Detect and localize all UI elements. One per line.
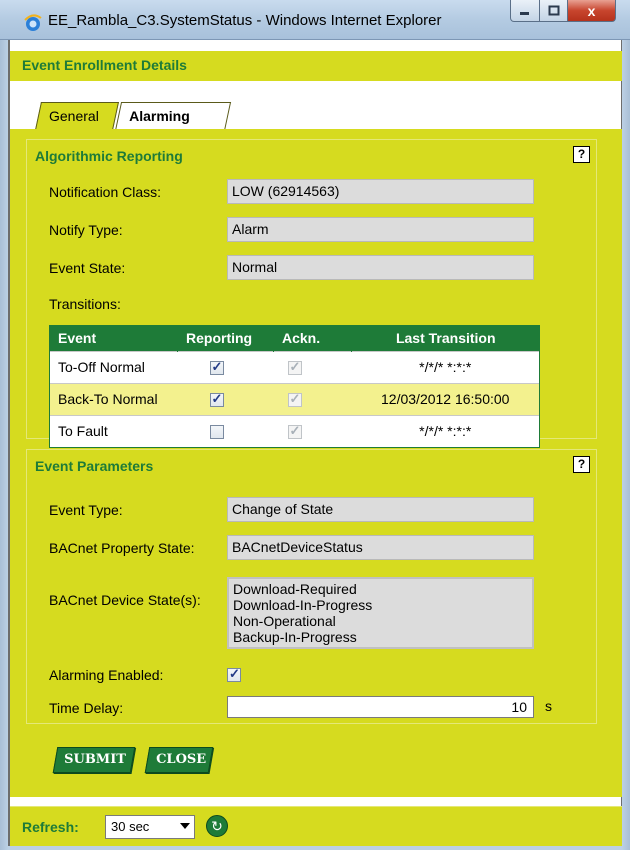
ie-icon — [24, 14, 42, 31]
tab-alarming[interactable]: Alarming — [114, 102, 232, 131]
maximize-button[interactable] — [540, 0, 568, 22]
event-cell: To-Off Normal — [49, 350, 178, 383]
algorithmic-reporting-panel: Algorithmic Reporting ? Notification Cla… — [26, 139, 597, 448]
ackn-checkbox — [287, 423, 302, 440]
alarming-enabled-checkbox[interactable] — [227, 666, 241, 682]
chevron-down-icon — [180, 823, 190, 829]
event-type-label: Event Type: — [49, 502, 123, 518]
refresh-icon[interactable]: ↻ — [206, 815, 228, 837]
last-transition-cell: */*/* *:*:* — [351, 350, 540, 383]
notify-type-field: Alarm — [227, 217, 534, 242]
close-button[interactable]: CLOSE — [144, 747, 214, 773]
panel-title: Event Parameters — [35, 458, 154, 474]
event-cell: Back-To Normal — [49, 382, 178, 415]
tab-general[interactable]: General — [35, 102, 119, 130]
column-header-last-transition: Last Transition — [351, 325, 540, 351]
event-state-label: Event State: — [49, 260, 126, 276]
refresh-bar: Refresh: 30 sec ↻ — [10, 806, 622, 846]
property-state-field: BACnetDeviceStatus — [227, 535, 534, 560]
title-bar: EE_Rambla_C3.SystemStatus - Windows Inte… — [0, 0, 630, 40]
close-label: CLOSE — [156, 752, 207, 767]
ackn-checkbox — [287, 391, 302, 408]
event-cell: To Fault — [49, 414, 178, 448]
tab-content: Algorithmic Reporting ? Notification Cla… — [10, 129, 622, 797]
device-states-list: Download-Required Download-In-Progress N… — [227, 577, 534, 649]
event-parameters-panel: Event Parameters ? Event Type: Change of… — [26, 449, 597, 724]
maximize-icon — [548, 5, 559, 15]
transitions-table: Event Reporting Ackn. Last Transition To… — [49, 325, 540, 448]
submit-label: SUBMIT — [64, 752, 126, 767]
time-delay-input[interactable]: 10 — [227, 696, 534, 718]
device-state-item: Backup-In-Progress — [233, 629, 357, 645]
table-row: Back-To Normal 12/03/2012 16:50:00 — [49, 382, 540, 415]
browser-window: EE_Rambla_C3.SystemStatus - Windows Inte… — [0, 0, 630, 850]
page-title: Event Enrollment Details — [10, 51, 622, 81]
last-transition-cell: */*/* *:*:* — [351, 414, 540, 448]
submit-button[interactable]: SUBMIT — [52, 747, 136, 773]
window-close-button[interactable]: x — [568, 0, 616, 22]
reporting-checkbox[interactable] — [209, 391, 224, 408]
tab-general-label: General — [49, 108, 99, 124]
time-delay-unit: s — [545, 698, 552, 714]
device-states-label: BACnet Device State(s): — [49, 592, 201, 608]
notify-type-label: Notify Type: — [49, 222, 123, 238]
refresh-selected-value: 30 sec — [111, 819, 150, 834]
device-state-item: Download-Required — [233, 581, 357, 597]
page-client-area: Event Enrollment Details General Alarmin… — [8, 40, 622, 846]
column-header-reporting: Reporting — [177, 325, 274, 351]
device-state-item: Non-Operational — [233, 613, 336, 629]
alarming-enabled-label: Alarming Enabled: — [49, 667, 164, 683]
table-row: To-Off Normal */*/* *:*:* — [49, 350, 540, 383]
ackn-checkbox — [287, 359, 302, 376]
refresh-interval-select[interactable]: 30 sec — [105, 815, 195, 839]
close-icon: x — [587, 2, 596, 19]
time-delay-label: Time Delay: — [49, 700, 124, 716]
help-icon[interactable]: ? — [573, 146, 590, 163]
notification-class-field: LOW (62914563) — [227, 179, 534, 204]
event-type-field: Change of State — [227, 497, 534, 522]
column-header-ackn: Ackn. — [273, 325, 352, 351]
transitions-label: Transitions: — [49, 296, 121, 312]
help-icon[interactable]: ? — [573, 456, 590, 473]
table-row: To Fault */*/* *:*:* — [49, 414, 540, 448]
last-transition-cell: 12/03/2012 16:50:00 — [351, 382, 540, 415]
reporting-checkbox[interactable] — [209, 425, 224, 440]
column-header-event: Event — [49, 325, 178, 351]
reporting-checkbox[interactable] — [209, 359, 224, 376]
tab-alarming-label: Alarming — [129, 108, 190, 124]
window-title: EE_Rambla_C3.SystemStatus - Windows Inte… — [48, 12, 442, 29]
panel-title: Algorithmic Reporting — [35, 148, 183, 164]
refresh-label: Refresh: — [22, 819, 79, 835]
event-state-field: Normal — [227, 255, 534, 280]
minimize-button[interactable] — [510, 0, 540, 22]
device-state-item: Download-In-Progress — [233, 597, 373, 613]
property-state-label: BACnet Property State: — [49, 540, 195, 556]
minimize-icon — [520, 11, 529, 15]
notification-class-label: Notification Class: — [49, 184, 162, 200]
